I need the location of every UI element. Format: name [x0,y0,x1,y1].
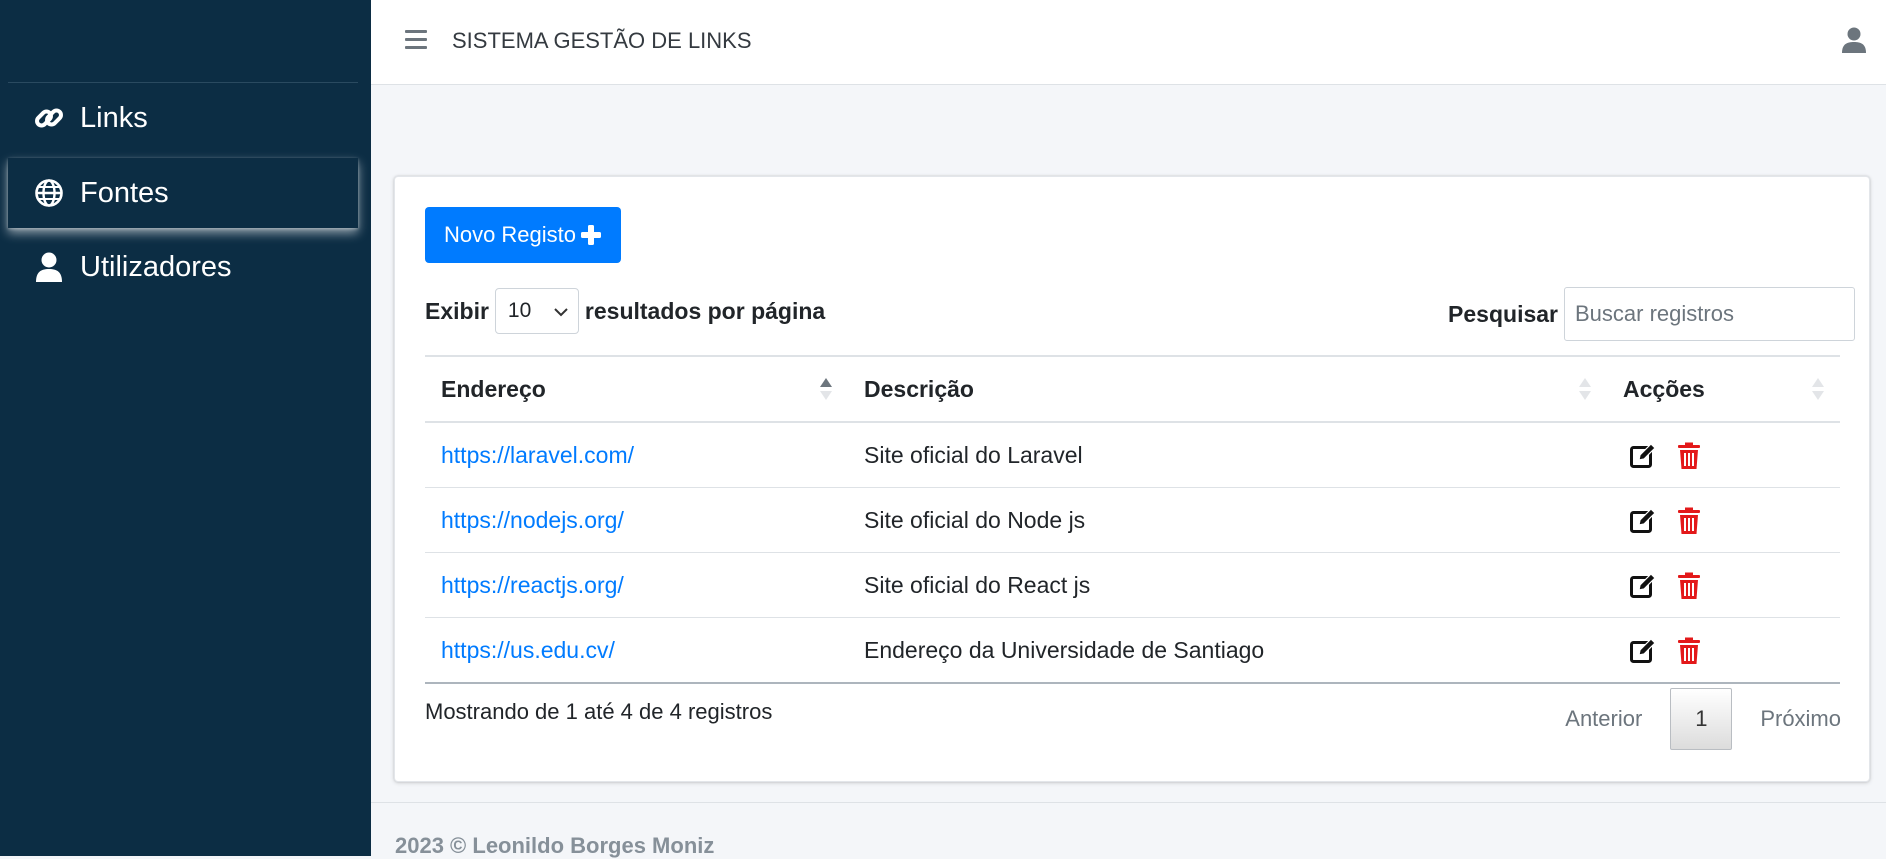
link-description: Site oficial do Laravel [864,441,1083,468]
link-url[interactable]: https://nodejs.org/ [441,507,624,534]
next-page-button[interactable]: Próximo [1746,706,1855,732]
column-header-accoes[interactable]: Acções [1623,357,1705,421]
delete-icon[interactable] [1675,572,1703,600]
table-row: https://us.edu.cv/ Endereço da Universid… [425,618,1840,684]
length-prefix: Exibir [425,297,489,324]
sort-asc-icon [820,378,832,400]
menu-toggle-icon[interactable] [405,30,427,52]
new-record-label: Novo Registo [443,222,577,247]
user-menu-icon[interactable] [1842,27,1868,57]
delete-icon[interactable] [1675,507,1703,535]
user-icon [32,250,66,284]
page-length-value: 10 [507,299,532,322]
chevron-down-icon [554,299,568,323]
current-page-button[interactable]: 1 [1670,688,1733,750]
app-title: SISTEMA GESTÃO DE LINKS [452,28,752,53]
top-navbar: SISTEMA GESTÃO DE LINKS [371,0,1886,85]
link-url[interactable]: https://reactjs.org/ [441,572,624,599]
footer-copyright: 2023 © Leonildo Borges Moniz [395,833,715,858]
link-icon [32,101,66,135]
sidebar: Links Fontes Utilizadores [0,0,371,856]
pagination: Anterior 1 Próximo [1551,687,1855,751]
sidebar-item-utilizadores[interactable]: Utilizadores [8,232,358,302]
link-description: Site oficial do Node js [864,506,1086,533]
sidebar-item-label: Fontes [80,176,169,209]
table-header: Endereço Descrição Acções [425,357,1840,423]
footer-divider [371,802,1886,803]
edit-icon[interactable] [1629,442,1657,470]
globe-icon [32,176,66,210]
page-length-control: Exibir 10 resultados por página [425,287,825,335]
sidebar-item-fontes[interactable]: Fontes [8,158,358,228]
column-header-endereco[interactable]: Endereço [441,357,546,421]
sidebar-item-label: Links [80,101,148,134]
table-row: https://laravel.com/ Site oficial do Lar… [425,423,1840,488]
column-header-descricao[interactable]: Descrição [864,357,974,421]
link-url[interactable]: https://laravel.com/ [441,442,634,469]
plus-icon [580,224,602,246]
table-info: Mostrando de 1 até 4 de 4 registros [425,699,773,724]
links-table: Endereço Descrição Acções https://larave… [425,355,1840,684]
length-suffix: resultados por página [584,297,826,324]
sidebar-item-links[interactable]: Links [8,83,358,153]
table-row: https://nodejs.org/ Site oficial do Node… [425,488,1840,553]
sort-icon [1812,378,1824,400]
edit-icon[interactable] [1629,507,1657,535]
link-url[interactable]: https://us.edu.cv/ [441,637,615,664]
table-row: https://reactjs.org/ Site oficial do Rea… [425,553,1840,618]
main-card: Novo Registo Exibir 10 resultados por pá… [394,176,1870,782]
delete-icon[interactable] [1675,442,1703,470]
search-input[interactable] [1564,287,1855,341]
search-label: Pesquisar [1448,300,1558,327]
new-record-button[interactable]: Novo Registo [425,207,621,263]
sidebar-item-label: Utilizadores [80,250,232,283]
link-description: Endereço da Universidade de Santiago [864,636,1265,663]
delete-icon[interactable] [1675,637,1703,665]
previous-page-button[interactable]: Anterior [1551,706,1656,732]
page-length-select[interactable]: 10 [494,288,579,334]
edit-icon[interactable] [1629,637,1657,665]
sort-icon [1579,378,1591,400]
edit-icon[interactable] [1629,572,1657,600]
link-description: Site oficial do React js [864,571,1091,598]
search-control: Pesquisar [1448,287,1855,341]
